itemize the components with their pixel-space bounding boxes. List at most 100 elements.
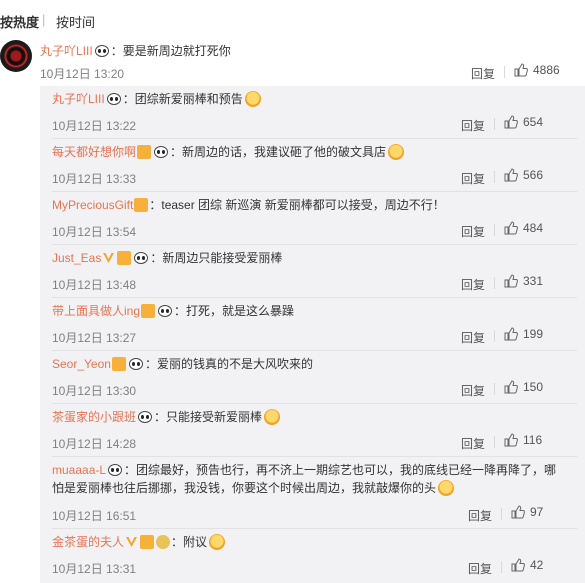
divider bbox=[494, 383, 495, 395]
divider bbox=[494, 277, 495, 289]
reply-body: ：新周边的话，我建议砸了他的破文具店 bbox=[170, 145, 387, 159]
reply-body: ：只能接受新爱丽棒 bbox=[154, 410, 263, 424]
reply-username[interactable]: 每天都好想你啊 bbox=[52, 145, 136, 159]
thumbs-up-icon bbox=[504, 221, 518, 235]
thumbs-up-icon bbox=[504, 168, 518, 182]
reply-button[interactable]: 回复 bbox=[468, 560, 492, 577]
reply-text: Just_Eas ：新周边只能接受爱丽棒 bbox=[52, 249, 282, 266]
like-button[interactable]: 331 bbox=[504, 274, 543, 288]
reply-text: MyPreciousGift ：teaser 团综 新巡演 新爱丽棒都可以接受，周… bbox=[52, 196, 445, 213]
panda-badge-icon bbox=[128, 358, 143, 370]
reply-text: muaaaa-L ：团综最好，预告也行，再不济上一期综艺也可以，我的底线已经一降再… bbox=[52, 461, 556, 478]
reply-username[interactable]: MyPreciousGift bbox=[52, 198, 133, 212]
reply-username[interactable]: 丸子吖LIII bbox=[52, 92, 105, 106]
reply-username[interactable]: Just_Eas bbox=[52, 251, 101, 265]
reply-button[interactable]: 回复 bbox=[461, 329, 485, 346]
reply-username[interactable]: 带上面具做人ing bbox=[52, 304, 140, 318]
main-like-button[interactable]: 4886 bbox=[514, 63, 560, 77]
main-comment-body: ：要是新周边就打死你 bbox=[110, 44, 231, 58]
reply-username[interactable]: 金茶蛋的夫人 bbox=[52, 535, 124, 549]
like-button[interactable]: 42 bbox=[511, 558, 543, 572]
like-count: 484 bbox=[523, 221, 544, 235]
reply-button[interactable]: 回复 bbox=[461, 435, 485, 452]
panda-badge-icon bbox=[108, 464, 123, 476]
reply-button[interactable]: 回复 bbox=[468, 507, 492, 524]
fan-badge-icon bbox=[140, 535, 155, 549]
reply-body: ：新周边只能接受爱丽棒 bbox=[150, 251, 283, 265]
like-count: 42 bbox=[530, 558, 544, 572]
thumbs-up-icon bbox=[511, 505, 525, 519]
reply-time: 10月12日 13:27 bbox=[52, 331, 137, 345]
main-reply-button[interactable]: 回复 bbox=[471, 65, 495, 82]
reply-item: MyPreciousGift ：teaser 团综 新巡演 新爱丽棒都可以接受，周… bbox=[40, 192, 585, 245]
reply-text-continued: 怕是爱丽棒也往后挪挪，我没钱，你要这个时候出周边，我就敲爆你的头 bbox=[52, 479, 455, 496]
reply-item: 每天都好想你啊 ：新周边的话，我建议砸了他的破文具店 10月12日 13:33 回… bbox=[40, 139, 585, 192]
reply-button[interactable]: 回复 bbox=[461, 276, 485, 293]
main-comment-text: 丸子吖LIII ：要是新周边就打死你 bbox=[40, 42, 231, 59]
like-count: 116 bbox=[523, 433, 543, 447]
reply-button[interactable]: 回复 bbox=[461, 223, 485, 240]
like-button[interactable]: 484 bbox=[504, 221, 543, 235]
reply-item: Seor_Yeon ：爱丽的钱真的不是大风吹来的 10月12日 13:30 回复 … bbox=[40, 351, 585, 404]
like-count: 4886 bbox=[533, 63, 560, 77]
reply-time: 10月12日 13:48 bbox=[52, 278, 137, 292]
sort-separator: | bbox=[42, 12, 46, 27]
reply-list: 丸子吖LIII ：团综新爱丽棒和预告 10月12日 13:22 回复 654 每天… bbox=[40, 86, 585, 583]
like-button[interactable]: 654 bbox=[504, 115, 543, 129]
divider bbox=[494, 436, 495, 448]
vip-v-icon bbox=[103, 253, 115, 263]
reply-text: 茶蛋家的小跟班 ：只能接受新爱丽棒 bbox=[52, 408, 281, 425]
reply-button[interactable]: 回复 bbox=[461, 382, 485, 399]
reply-item: 金茶蛋的夫人 ：附议 10月12日 13:31 回复 42 bbox=[40, 529, 585, 583]
reply-username[interactable]: muaaaa-L bbox=[52, 463, 106, 477]
divider bbox=[501, 508, 502, 520]
main-comment: 丸子吖LIII ：要是新周边就打死你 10月12日 13:20 回复 4886 bbox=[0, 34, 585, 86]
reply-username[interactable]: 茶蛋家的小跟班 bbox=[52, 410, 136, 424]
like-count: 199 bbox=[523, 327, 544, 341]
reply-button[interactable]: 回复 bbox=[461, 117, 485, 134]
thumbs-up-icon bbox=[504, 327, 518, 341]
reply-button[interactable]: 回复 bbox=[461, 170, 485, 187]
thumbs-up-icon bbox=[504, 433, 518, 447]
vip-v-icon bbox=[126, 537, 138, 547]
divider bbox=[494, 330, 495, 342]
like-count: 654 bbox=[523, 115, 544, 129]
reply-body: 怕是爱丽棒也往后挪挪，我没钱，你要这个时候出周边，我就敲爆你的头 bbox=[52, 481, 437, 495]
reply-item: 丸子吖LIII ：团综新爱丽棒和预告 10月12日 13:22 回复 654 bbox=[40, 86, 585, 139]
fan-badge-icon bbox=[141, 304, 156, 318]
fan-badge-icon bbox=[111, 357, 126, 371]
fist-emoji-icon bbox=[388, 144, 405, 160]
panda-badge-icon bbox=[134, 252, 149, 264]
reply-time: 10月12日 13:22 bbox=[52, 119, 137, 133]
reply-item: 茶蛋家的小跟班 ：只能接受新爱丽棒 10月12日 14:28 回复 116 bbox=[40, 404, 585, 457]
reply-item: Just_Eas ：新周边只能接受爱丽棒 10月12日 13:48 回复 331 bbox=[40, 245, 585, 298]
avatar[interactable] bbox=[0, 40, 32, 72]
like-button[interactable]: 116 bbox=[504, 433, 542, 447]
like-button[interactable]: 199 bbox=[504, 327, 543, 341]
reply-text: 每天都好想你啊 ：新周边的话，我建议砸了他的破文具店 bbox=[52, 143, 405, 160]
sort-by-time-tab[interactable]: 按时间 bbox=[56, 12, 95, 31]
panda-badge-icon bbox=[94, 45, 109, 57]
reply-body: ：团综最好，预告也行，再不济上一期综艺也可以，我的底线已经一降再降了，哪 bbox=[124, 463, 557, 477]
like-button[interactable]: 150 bbox=[504, 380, 543, 394]
panda-badge-icon bbox=[158, 305, 173, 317]
reply-body: ：爱丽的钱真的不是大风吹来的 bbox=[144, 357, 313, 371]
main-comment-username[interactable]: 丸子吖LIII bbox=[40, 44, 93, 58]
sort-by-hot-tab[interactable]: 按热度 bbox=[0, 12, 39, 31]
like-button[interactable]: 566 bbox=[504, 168, 543, 182]
reply-time: 10月12日 13:30 bbox=[52, 384, 137, 398]
divider bbox=[494, 118, 495, 130]
reply-body: ：团综新爱丽棒和预告 bbox=[122, 92, 243, 106]
reply-username[interactable]: Seor_Yeon bbox=[52, 357, 111, 371]
panda-badge-icon bbox=[106, 93, 121, 105]
divider bbox=[504, 66, 505, 78]
panda-badge-icon bbox=[138, 411, 153, 423]
reply-time: 10月12日 16:51 bbox=[52, 509, 137, 523]
reply-text: 金茶蛋的夫人 ：附议 bbox=[52, 533, 226, 550]
thumbs-up-icon bbox=[514, 63, 528, 77]
thumbs-up-icon bbox=[511, 558, 525, 572]
main-comment-time: 10月12日 13:20 bbox=[40, 67, 125, 81]
thumbs-up-icon bbox=[504, 274, 518, 288]
like-button[interactable]: 97 bbox=[511, 505, 543, 519]
reply-body: ：打死，就是这么暴躁 bbox=[174, 304, 295, 318]
